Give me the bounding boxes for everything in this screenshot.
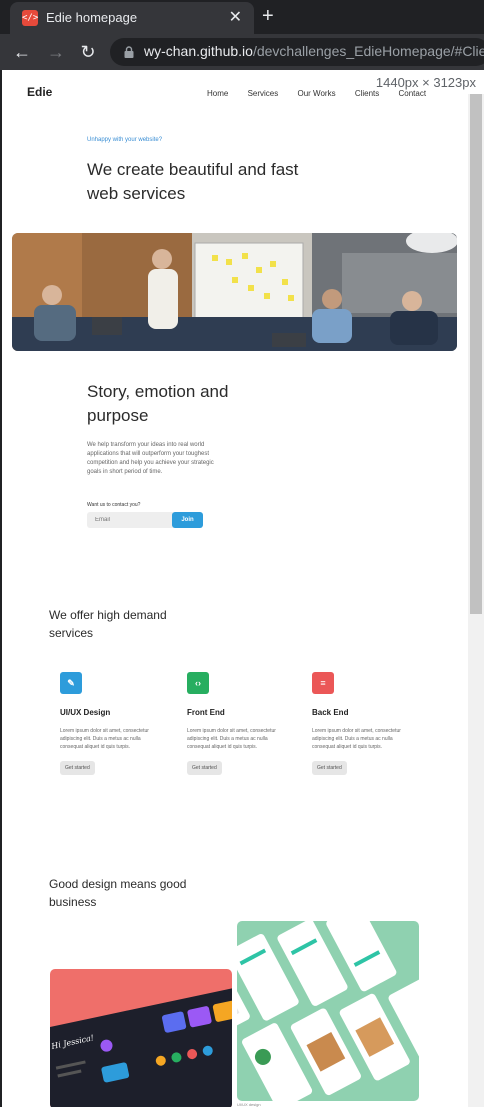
forward-button[interactable]: →: [44, 40, 68, 64]
pencil-icon: ✎: [60, 672, 82, 694]
get-started-button[interactable]: Get started: [187, 761, 222, 775]
service-body: Lorem ipsum dolor sit amet, consectetur …: [187, 728, 276, 750]
dashboard-mockup-image: Hi Jessica!: [50, 969, 232, 1107]
url-path: /devchallenges_EdieHomepage/#Clie: [252, 43, 484, 59]
service-card-front-end: ‹› Front End Lorem ipsum dolor sit amet,…: [187, 672, 287, 775]
service-card-back-end: ≡ Back End Lorem ipsum dolor sit amet, c…: [312, 672, 412, 775]
service-body: Lorem ipsum dolor sit amet, consectetur …: [312, 728, 401, 750]
new-tab-button[interactable]: +: [262, 4, 274, 28]
browser-tab-bar: </> Edie homepage ✕ +: [0, 0, 484, 34]
lock-icon: [124, 46, 134, 58]
services-title: We offer high demand services: [49, 608, 167, 640]
story-body: We help transform your ideas into real w…: [87, 442, 214, 475]
code-icon: ‹›: [187, 672, 209, 694]
back-button[interactable]: ←: [10, 40, 34, 64]
team-meeting-image: [12, 233, 457, 351]
service-title: Front End: [187, 708, 225, 717]
service-title: UI/UX Design: [60, 708, 111, 717]
favicon-icon: </>: [22, 10, 38, 26]
contact-label: Want us to contact you?: [87, 502, 141, 508]
close-icon[interactable]: ✕: [229, 8, 242, 28]
browser-tab[interactable]: </> Edie homepage ✕: [10, 2, 254, 34]
service-card-uiux: ✎ UI/UX Design Lorem ipsum dolor sit ame…: [60, 672, 160, 775]
story-title: Story, emotion and purpose: [87, 382, 229, 425]
nav-contact[interactable]: Contact: [399, 89, 427, 98]
menu-icon: ≡: [312, 672, 334, 694]
nav-our-works[interactable]: Our Works: [298, 89, 336, 98]
page-viewport: 1440px × 3123px Edie Home Services Our W…: [2, 70, 484, 1107]
nav-home[interactable]: Home: [207, 89, 228, 98]
reload-button[interactable]: ↻: [76, 40, 100, 64]
url-text: wy-chan.github.io/devchallenges_EdieHome…: [144, 43, 484, 59]
nav-clients[interactable]: Clients: [355, 89, 379, 98]
address-bar[interactable]: wy-chan.github.io/devchallenges_EdieHome…: [110, 38, 484, 66]
hero-team-photo: [12, 233, 457, 351]
hero-title: We create beautiful and fast web service…: [87, 160, 299, 203]
mobile-mockup-image: [237, 921, 419, 1101]
page-scrollbar[interactable]: [468, 94, 484, 1107]
email-field[interactable]: [87, 512, 173, 528]
url-host: wy-chan.github.io: [144, 43, 253, 59]
site-logo[interactable]: Edie: [27, 85, 52, 99]
service-body: Lorem ipsum dolor sit amet, consectetur …: [60, 728, 149, 750]
hero-tagline: Unhappy with your website?: [87, 137, 163, 143]
join-button[interactable]: Join: [172, 512, 203, 528]
site-nav: Home Services Our Works Clients Contact: [207, 89, 443, 98]
tab-title: Edie homepage: [46, 10, 138, 25]
browser-toolbar: ← → ↻ wy-chan.github.io/devchallenges_Ed…: [0, 34, 484, 70]
scrollbar-thumb[interactable]: [470, 94, 482, 614]
works-title: Good design means good business: [49, 877, 187, 909]
nav-services[interactable]: Services: [248, 89, 279, 98]
get-started-button[interactable]: Get started: [60, 761, 95, 775]
get-started-button[interactable]: Get started: [312, 761, 347, 775]
work-image-dashboard: Hi Jessica!: [50, 969, 232, 1107]
work-image-mobile: [237, 921, 419, 1101]
work-caption: UI/UX design: [237, 1102, 261, 1107]
service-title: Back End: [312, 708, 349, 717]
